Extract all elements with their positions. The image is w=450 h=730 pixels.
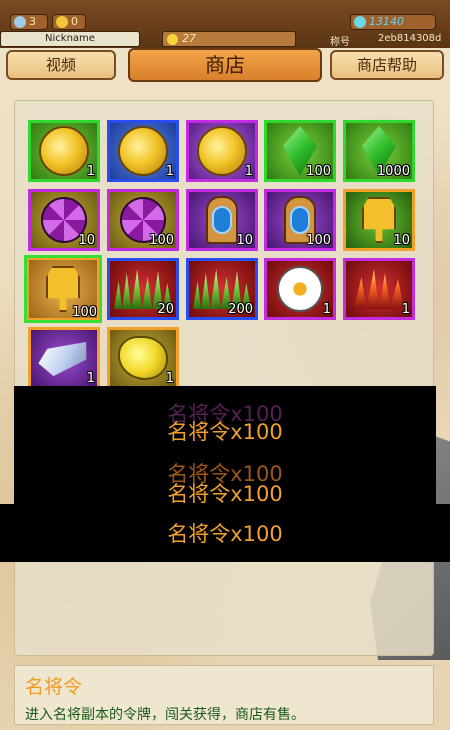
- stars-counter: 3: [10, 14, 48, 30]
- item-count: 1: [86, 164, 95, 179]
- shop-item-crystal[interactable]: 1: [28, 327, 100, 389]
- gold-coin-icon: [197, 126, 247, 176]
- popup-main-text: 名将令x100: [167, 522, 283, 546]
- stars-value: 3: [29, 15, 36, 28]
- gold-coin-icon: [39, 126, 89, 176]
- vip-counter: 0: [52, 14, 86, 30]
- shop-item-gold-coin-3[interactable]: 1: [186, 120, 258, 182]
- red-grass-icon: [354, 269, 404, 309]
- shop-item-red-grass[interactable]: 1: [343, 258, 415, 320]
- item-count: 200: [228, 302, 253, 317]
- item-count: 1000: [376, 164, 410, 179]
- shop-item-green-gem-1[interactable]: 100: [264, 120, 336, 182]
- item-count: 1: [165, 164, 174, 179]
- id-label: 称号: [330, 37, 350, 48]
- item-count: 10: [236, 233, 253, 248]
- id-value: 2eb814308d: [378, 33, 442, 44]
- shop-item-grass-2[interactable]: 200: [186, 258, 258, 320]
- coins-value: 27: [182, 32, 196, 45]
- item-count: 10: [393, 233, 410, 248]
- item-description-title: 名将令: [25, 676, 83, 698]
- shop-item-blue-talisman-2[interactable]: 100: [264, 189, 336, 251]
- shop-item-green-gem-2[interactable]: 1000: [343, 120, 415, 182]
- popup-line-2: 名将令x100: [167, 420, 283, 444]
- shop-item-gold-coin-2[interactable]: 1: [107, 120, 179, 182]
- daisy-icon: [277, 266, 323, 312]
- item-count: 1: [244, 164, 253, 179]
- shop-item-daisy[interactable]: 1: [264, 258, 336, 320]
- star-icon: [14, 16, 26, 28]
- shop-item-purple-flower-1[interactable]: 10: [28, 189, 100, 251]
- item-count: 1: [86, 371, 95, 386]
- crystal-icon: [35, 337, 93, 380]
- shop-item-purple-flower-2[interactable]: 100: [107, 189, 179, 251]
- item-count: 100: [72, 305, 97, 320]
- item-count: 100: [306, 233, 331, 248]
- nickname-field: Nickname: [0, 31, 140, 47]
- shop-item-gold-ore[interactable]: 1: [107, 327, 179, 389]
- shop-item-blue-talisman-1[interactable]: 10: [186, 189, 258, 251]
- item-count: 20: [157, 302, 174, 317]
- item-count: 100: [306, 164, 331, 179]
- shop-item-general-token-1[interactable]: 10: [343, 189, 415, 251]
- item-description-box: 名将令 进入名将副本的令牌，闯关获得，商店有售。: [14, 665, 434, 725]
- tab-shop[interactable]: 商店: [128, 48, 322, 82]
- gold-ore-icon: [118, 336, 168, 380]
- top-status-bar: 3 0 13140 Nickname 27 称号 2eb814308d: [0, 0, 450, 48]
- shop-item-gold-coin-1[interactable]: 1: [28, 120, 100, 182]
- item-count: 1: [165, 371, 174, 386]
- item-count: 1: [322, 302, 331, 317]
- vip-icon: [56, 16, 68, 28]
- item-count: 10: [78, 233, 95, 248]
- item-count: 100: [149, 233, 174, 248]
- shop-item-grass-1[interactable]: 20: [107, 258, 179, 320]
- item-description-body: 进入名将副本的令牌，闯关获得，商店有售。: [25, 707, 305, 723]
- gems-counter: 13140: [350, 14, 436, 30]
- tab-video[interactable]: 视频: [6, 50, 116, 80]
- coin-icon: [167, 33, 178, 45]
- gems-value: 13140: [369, 15, 404, 28]
- token-icon: [362, 197, 396, 243]
- popup-line-4: 名将令x100: [167, 482, 283, 506]
- talisman-icon: [206, 196, 238, 244]
- shop-item-general-token-2-selected[interactable]: 100: [24, 255, 102, 323]
- tab-shop-help[interactable]: 商店帮助: [330, 50, 444, 80]
- gold-coin-icon: [118, 126, 168, 176]
- coins-counter: 27: [162, 31, 296, 47]
- item-count: 1: [401, 302, 410, 317]
- gem-icon: [354, 16, 366, 28]
- vip-value: 0: [71, 15, 78, 28]
